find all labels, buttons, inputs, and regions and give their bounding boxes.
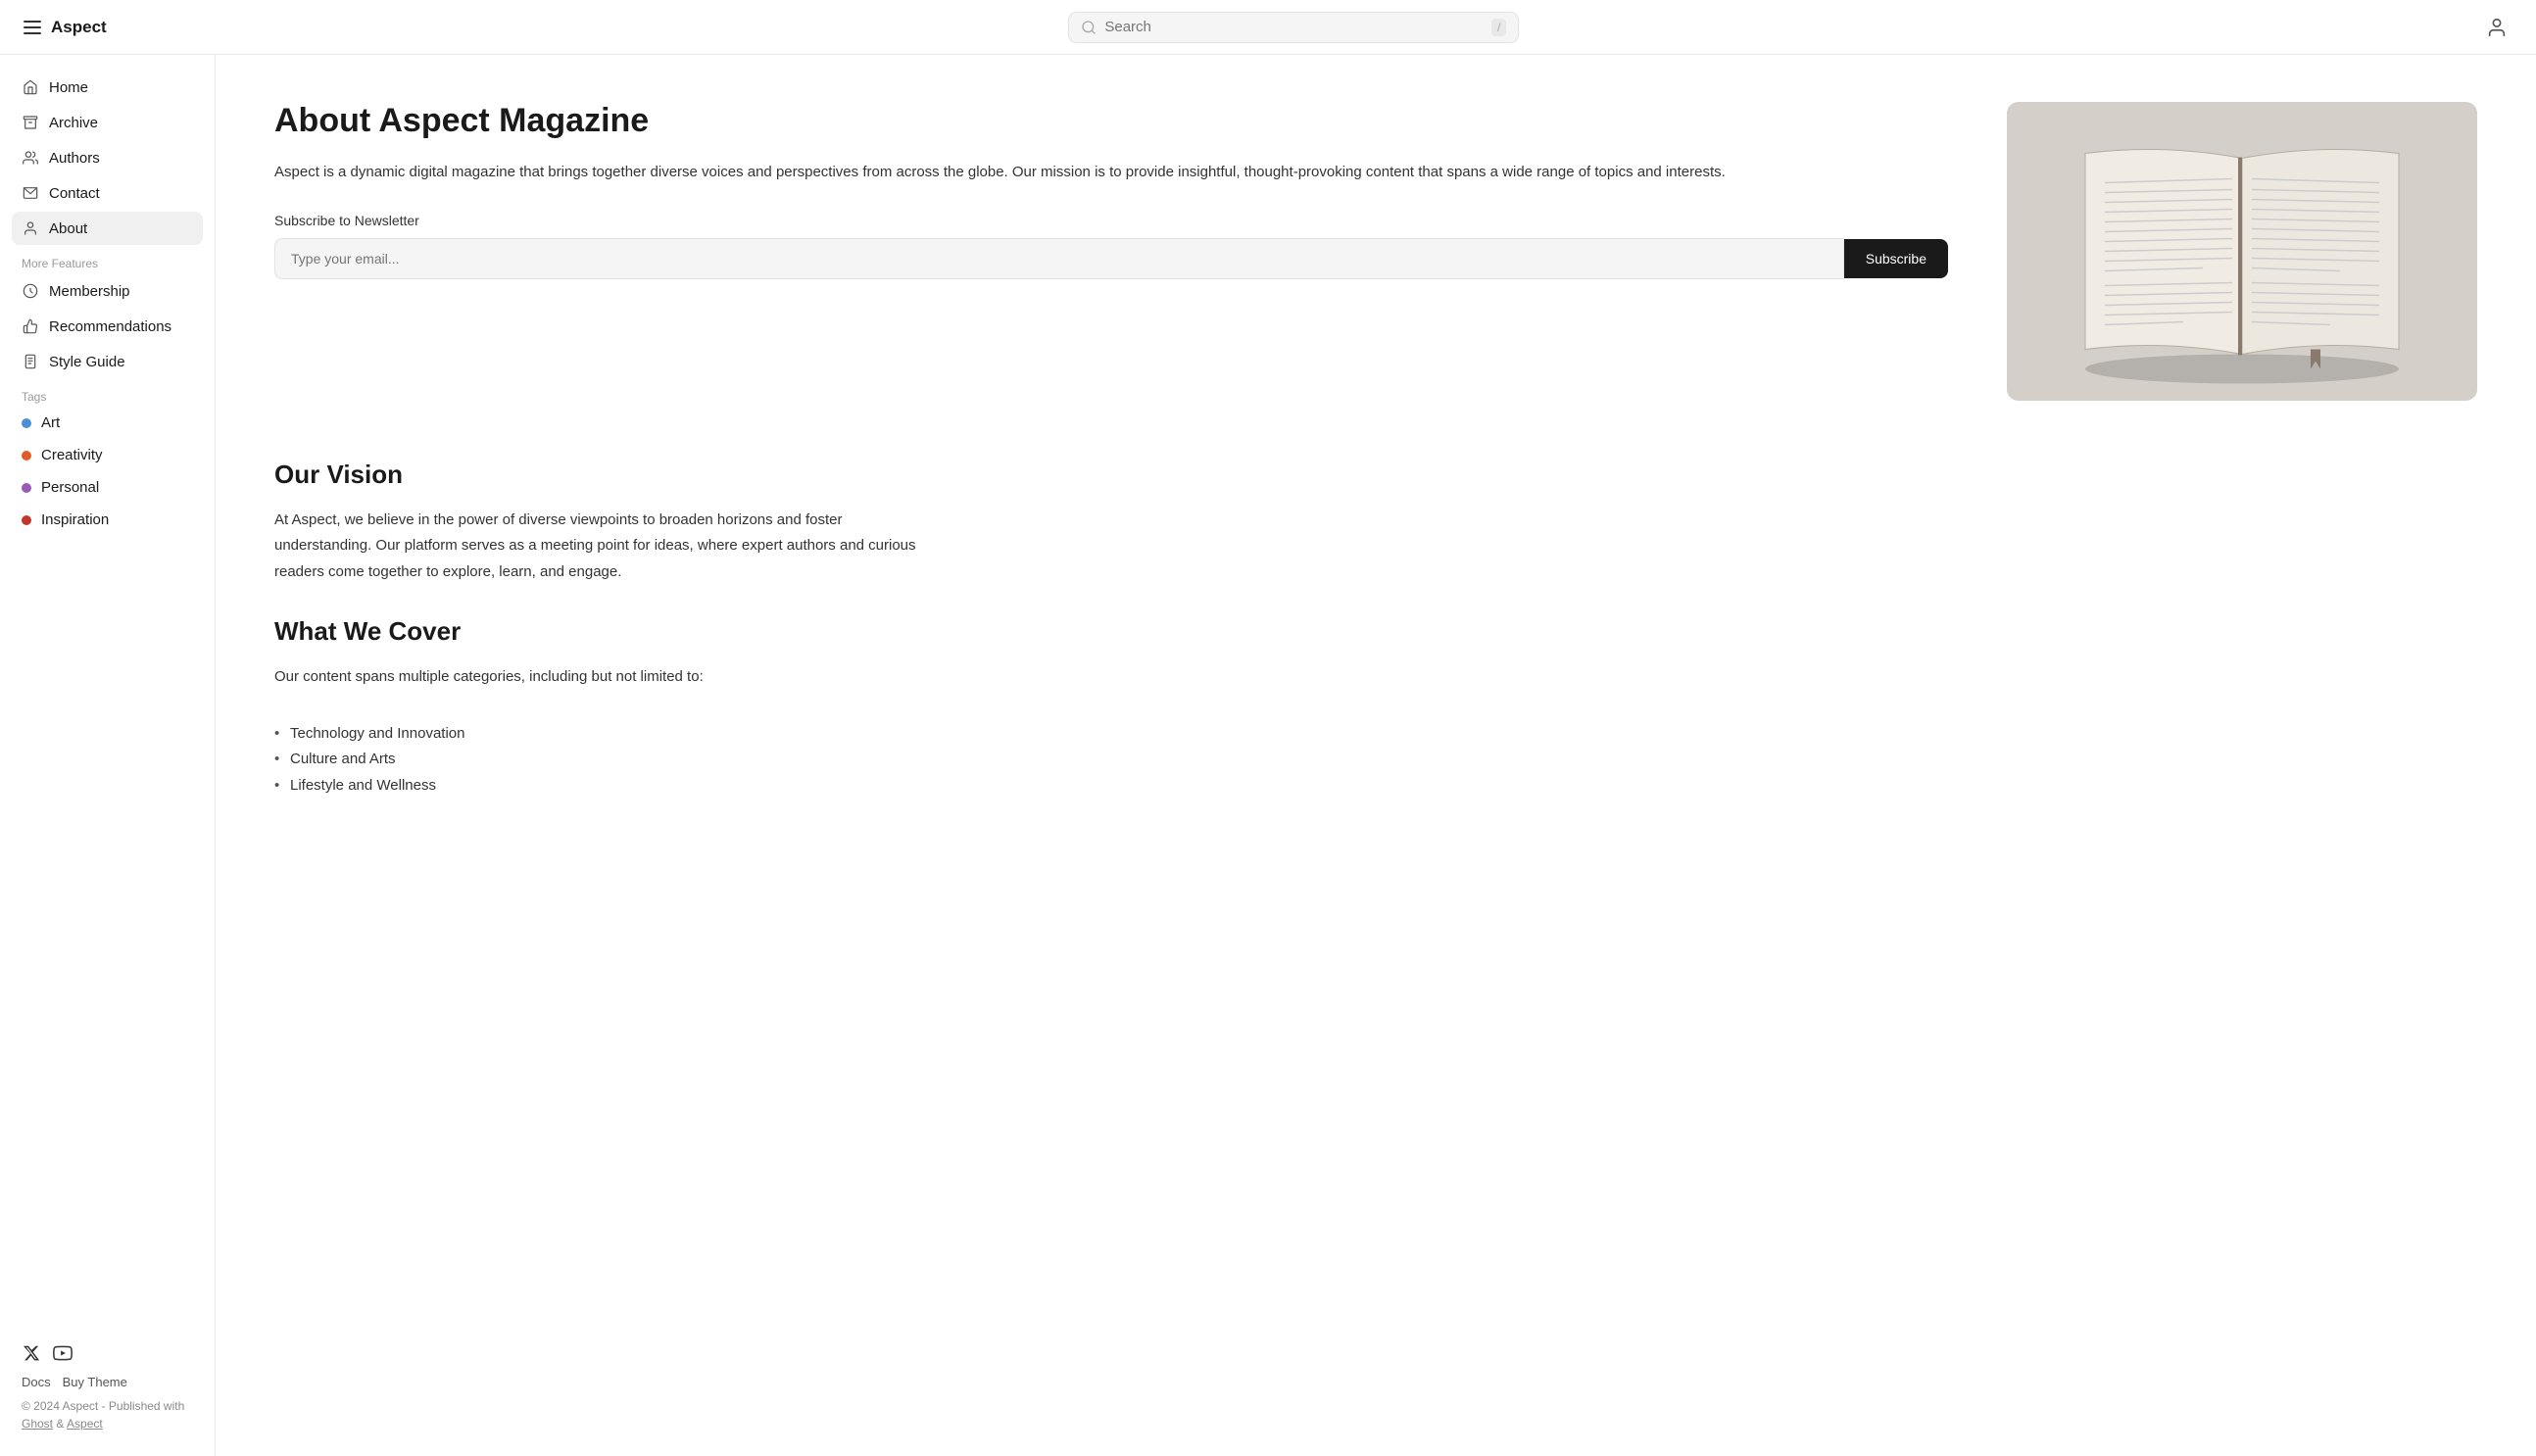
sidebar-item-recommendations[interactable]: Recommendations (12, 310, 203, 343)
youtube-icon[interactable] (53, 1343, 73, 1363)
inspiration-dot (22, 515, 31, 525)
topbar-left: Aspect (24, 18, 107, 37)
user-account-button[interactable] (2481, 12, 2512, 43)
footer-links: Docs Buy Theme (22, 1375, 193, 1389)
more-features-nav: Membership Recommendations (0, 274, 215, 378)
search-input[interactable] (1104, 19, 1484, 35)
newsletter-label: Subscribe to Newsletter (274, 213, 1948, 228)
newsletter-section: Subscribe to Newsletter Subscribe (274, 213, 1948, 279)
home-icon (22, 78, 39, 96)
sidebar: Home Archive (0, 55, 216, 1456)
buy-theme-link[interactable]: Buy Theme (63, 1375, 127, 1389)
tag-label: Creativity (41, 447, 103, 463)
about-image (2007, 102, 2477, 401)
tag-inspiration[interactable]: Inspiration (12, 505, 203, 535)
vision-text: At Aspect, we believe in the power of di… (274, 508, 941, 585)
style-guide-icon (22, 353, 39, 370)
brand-title: Aspect (51, 18, 107, 37)
tag-label: Art (41, 414, 60, 431)
sidebar-item-label: Contact (49, 185, 100, 202)
vision-title: Our Vision (274, 460, 941, 490)
sidebar-item-label: Home (49, 79, 88, 96)
tags-label: Tags (0, 378, 215, 408)
sidebar-item-archive[interactable]: Archive (12, 106, 203, 139)
search-icon (1081, 20, 1097, 35)
about-description: Aspect is a dynamic digital magazine tha… (274, 160, 1948, 185)
footer-copyright: © 2024 Aspect - Published with Ghost & A… (22, 1397, 193, 1432)
sidebar-nav: Home Archive (0, 71, 215, 245)
sidebar-item-about[interactable]: About (12, 212, 203, 245)
what-we-cover-intro: Our content spans multiple categories, i… (274, 664, 941, 690)
archive-icon (22, 114, 39, 131)
what-we-cover-list: Technology and Innovation Culture and Ar… (274, 721, 941, 799)
more-features-label: More Features (0, 245, 215, 274)
about-text: About Aspect Magazine Aspect is a dynami… (274, 102, 1948, 401)
sidebar-item-contact[interactable]: Contact (12, 176, 203, 210)
book-svg (2007, 102, 2477, 401)
sidebar-item-label: Recommendations (49, 318, 171, 335)
search-bar[interactable]: / (1068, 12, 1519, 43)
aspect-link[interactable]: Aspect (67, 1417, 103, 1431)
tag-personal[interactable]: Personal (12, 472, 203, 503)
about-icon (22, 219, 39, 237)
page-title: About Aspect Magazine (274, 102, 1948, 140)
email-input[interactable] (274, 238, 1844, 279)
sidebar-item-label: About (49, 220, 87, 237)
sidebar-item-authors[interactable]: Authors (12, 141, 203, 174)
tag-art[interactable]: Art (12, 408, 203, 438)
recommendations-icon (22, 317, 39, 335)
menu-toggle-button[interactable] (24, 21, 41, 34)
list-item: Technology and Innovation (274, 721, 941, 747)
sidebar-item-style-guide[interactable]: Style Guide (12, 345, 203, 378)
art-dot (22, 418, 31, 428)
sidebar-item-home[interactable]: Home (12, 71, 203, 104)
twitter-icon[interactable] (22, 1343, 41, 1363)
list-item: Lifestyle and Wellness (274, 773, 941, 799)
topbar: Aspect / (0, 0, 2536, 55)
membership-icon (22, 282, 39, 300)
tag-creativity[interactable]: Creativity (12, 440, 203, 470)
newsletter-form: Subscribe (274, 238, 1948, 279)
docs-link[interactable]: Docs (22, 1375, 51, 1389)
what-we-cover-title: What We Cover (274, 616, 941, 647)
creativity-dot (22, 451, 31, 461)
sidebar-item-membership[interactable]: Membership (12, 274, 203, 308)
sidebar-item-label: Style Guide (49, 354, 125, 370)
sidebar-item-label: Authors (49, 150, 100, 167)
tag-label: Inspiration (41, 511, 109, 528)
subscribe-button[interactable]: Subscribe (1844, 239, 1948, 278)
tags-section: Art Creativity Personal Inspiration (0, 408, 215, 535)
sidebar-item-label: Archive (49, 115, 98, 131)
content-body: Our Vision At Aspect, we believe in the … (274, 460, 941, 799)
personal-dot (22, 483, 31, 493)
social-links (22, 1343, 193, 1363)
search-shortcut: / (1491, 19, 1506, 36)
authors-icon (22, 149, 39, 167)
tag-label: Personal (41, 479, 99, 496)
sidebar-footer: Docs Buy Theme © 2024 Aspect - Published… (0, 1328, 215, 1440)
user-icon (2486, 17, 2508, 38)
main-content: About Aspect Magazine Aspect is a dynami… (216, 55, 2536, 1456)
ghost-link[interactable]: Ghost (22, 1417, 53, 1431)
contact-icon (22, 184, 39, 202)
sidebar-item-label: Membership (49, 283, 130, 300)
list-item: Culture and Arts (274, 747, 941, 772)
about-grid: About Aspect Magazine Aspect is a dynami… (274, 102, 2477, 401)
main-layout: Home Archive (0, 55, 2536, 1456)
